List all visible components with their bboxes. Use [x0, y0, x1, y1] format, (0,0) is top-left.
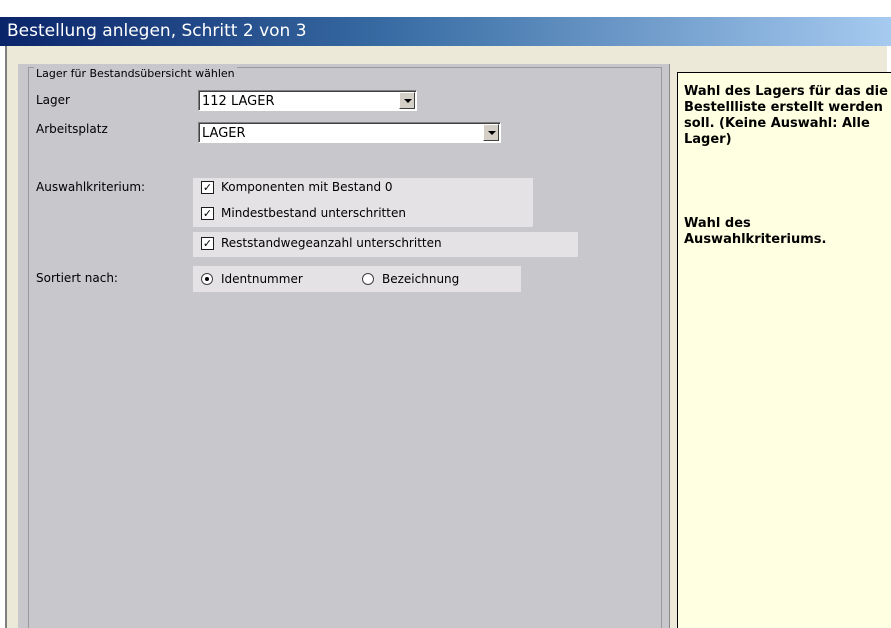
arbeitsplatz-dropdown-button[interactable] — [483, 124, 499, 141]
checkbox-reststandwege[interactable]: ✓ — [201, 237, 214, 250]
option-mindestbestand-label: Mindestbestand unterschritten — [221, 206, 406, 220]
radio-bezeichnung[interactable] — [362, 273, 374, 285]
help-text-auswahl: Wahl des Auswahlkriteriums. — [684, 216, 827, 247]
arbeitsplatz-combobox[interactable]: LAGER — [198, 122, 501, 143]
groupbox-legend: Lager für Bestandsübersicht wählen — [34, 67, 237, 81]
chevron-down-icon — [404, 99, 412, 103]
radio-dot-icon — [205, 277, 209, 281]
radio-identnummer[interactable] — [201, 273, 213, 285]
arbeitsplatz-value: LAGER — [202, 126, 246, 141]
window-title: Bestellung anlegen, Schritt 2 von 3 — [0, 17, 891, 46]
sortiert-nach-label: Sortiert nach: — [36, 271, 118, 285]
option-reststandwege-label: Reststandwegeanzahl unterschritten — [221, 236, 442, 250]
lager-dropdown-button[interactable] — [399, 92, 415, 109]
lager-combobox[interactable]: 112 LAGER — [198, 90, 417, 111]
lager-label: Lager — [36, 93, 70, 107]
checkbox-mindestbestand[interactable]: ✓ — [201, 207, 214, 220]
help-panel: Wahl des Lagers für das die Bestellliste… — [677, 72, 891, 628]
chevron-down-icon — [488, 131, 496, 135]
auswahlkriterium-label: Auswahlkriterium: — [36, 180, 146, 194]
radio-bezeichnung-label: Bezeichnung — [382, 272, 460, 286]
lager-value: 112 LAGER — [202, 94, 275, 109]
option-komponenten-label: Komponenten mit Bestand 0 — [221, 180, 393, 194]
help-text-lager: Wahl des Lagers für das die Bestellliste… — [684, 84, 888, 147]
radio-identnummer-label: Identnummer — [221, 272, 303, 286]
checkbox-komponenten[interactable]: ✓ — [201, 181, 214, 194]
arbeitsplatz-label: Arbeitsplatz — [36, 122, 108, 136]
warehouse-groupbox — [28, 67, 662, 628]
